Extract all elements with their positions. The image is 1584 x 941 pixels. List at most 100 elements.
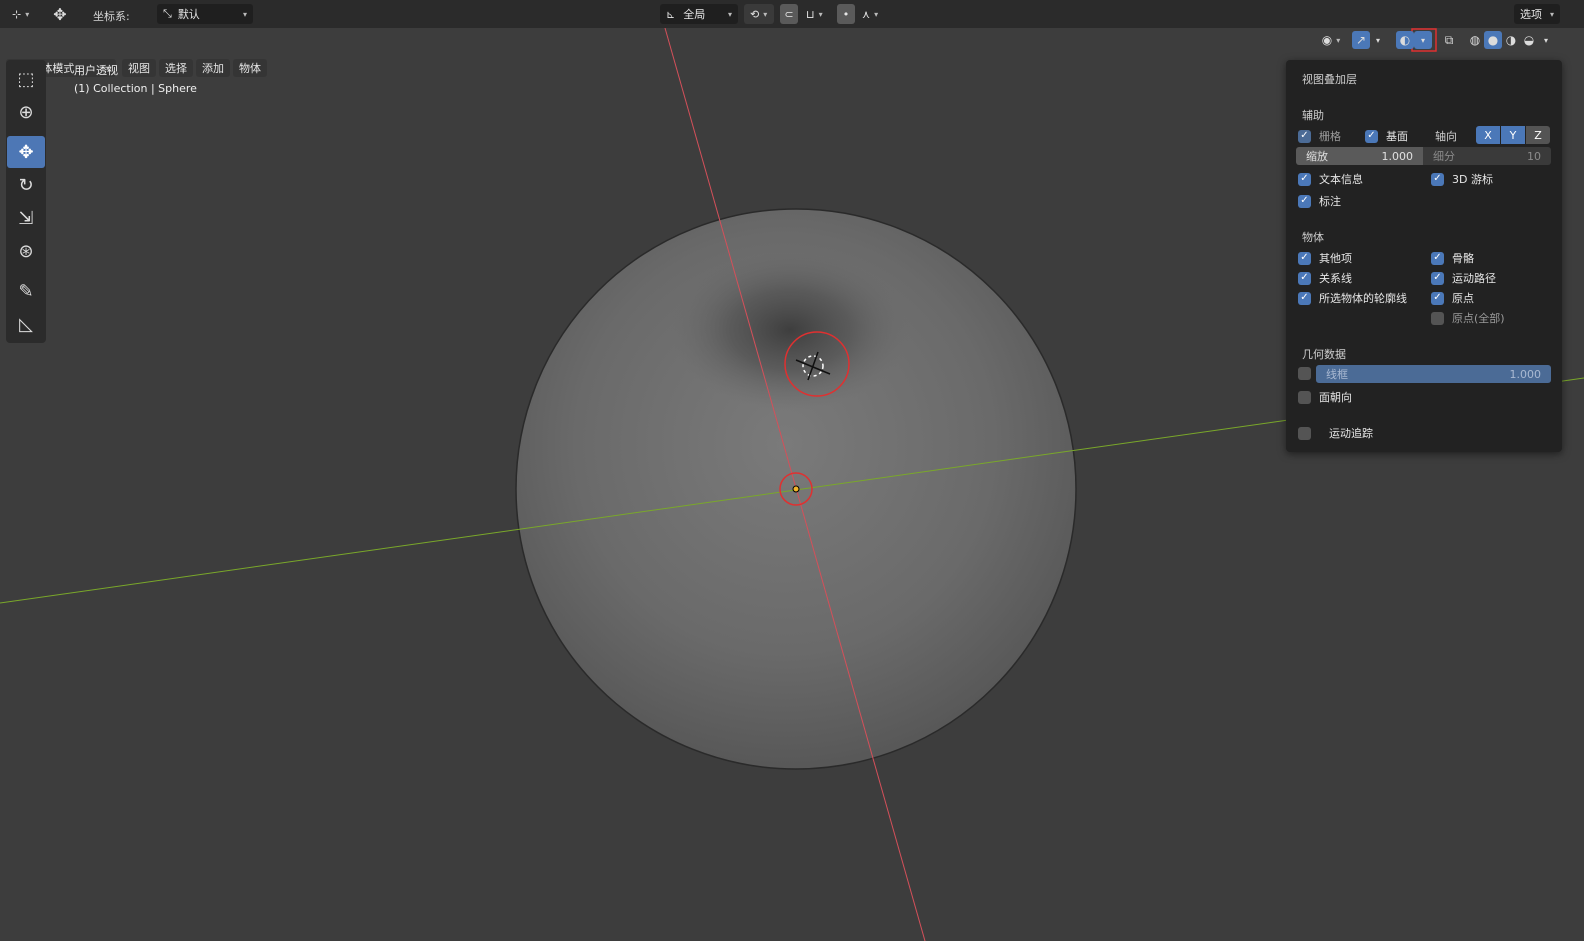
- shading-wireframe[interactable]: ◍: [1466, 31, 1484, 49]
- menu-add[interactable]: 添加: [196, 59, 230, 77]
- shading-rendered[interactable]: ◒: [1520, 31, 1538, 49]
- move-tool[interactable]: ✥: [7, 136, 45, 168]
- menu-view[interactable]: 视图: [122, 59, 156, 77]
- options-dropdown[interactable]: 选项 ▾: [1514, 4, 1560, 24]
- pivot-point-dropdown[interactable]: ⟲ ▾: [744, 4, 774, 24]
- header-bar: ⊹ ▾ ✥ 坐标系: ⤡ 默认 ▾ ⊾ 全局 ▾ ⟲ ▾ ⊂ ⊔ ▾ • ⋏ ▾ 选项 ▾: [0, 0, 1584, 28]
- outline-selected-checkbox-row[interactable]: ✓ 所选物体的轮廓线: [1298, 290, 1407, 306]
- scale-tool[interactable]: ⇲: [7, 202, 45, 234]
- xray-toggle[interactable]: ⧉: [1440, 31, 1458, 49]
- annotate-tool[interactable]: ✎: [7, 275, 45, 307]
- editor-type-button[interactable]: ⊹ ▾: [6, 4, 38, 24]
- face-orientation-checkbox-row[interactable]: 面朝向: [1298, 389, 1352, 405]
- falloff-dropdown[interactable]: ⋏ ▾: [856, 4, 886, 24]
- transform-icon: ⊛: [18, 240, 34, 262]
- view-name: 用户透视: [74, 64, 118, 77]
- grid-subdivisions-field[interactable]: 细分 10: [1423, 147, 1551, 165]
- transform-tool[interactable]: ⊛: [7, 235, 45, 267]
- coord-icon: ⤡: [163, 7, 172, 20]
- visibility-dropdown[interactable]: ◉ ▾: [1316, 31, 1346, 49]
- outline-selected-checkbox[interactable]: ✓: [1298, 291, 1311, 305]
- falloff-icon: ⋏: [862, 7, 871, 21]
- motion-tracking-checkbox-row[interactable]: 运动追踪: [1298, 425, 1373, 441]
- shading-material[interactable]: ◑: [1502, 31, 1520, 49]
- solid-shading-icon: ●: [1487, 33, 1499, 47]
- move-icon: ✥: [18, 141, 34, 163]
- motion-tracking-checkbox[interactable]: [1298, 426, 1311, 440]
- overlay-dropdown[interactable]: ▾: [1414, 31, 1432, 49]
- measure-tool[interactable]: ◺: [7, 308, 45, 340]
- rendered-shading-icon: ◒: [1523, 33, 1535, 47]
- origins-all-checkbox-row[interactable]: 原点(全部): [1431, 310, 1505, 326]
- bones-checkbox-row[interactable]: ✓ 骨骼: [1431, 250, 1474, 266]
- axis-z-toggle[interactable]: Z: [1526, 126, 1550, 144]
- sphere-dimple: [670, 250, 910, 410]
- origins-checkbox[interactable]: ✓: [1431, 291, 1444, 305]
- annotations-checkbox[interactable]: ✓: [1298, 194, 1311, 208]
- text-info-checkbox[interactable]: ✓: [1298, 172, 1311, 186]
- floor-checkbox[interactable]: ✓: [1365, 129, 1378, 143]
- axes-label: 轴向: [1435, 130, 1457, 143]
- floor-checkbox-row[interactable]: ✓ 基面: [1365, 128, 1408, 144]
- motion-paths-checkbox[interactable]: ✓: [1431, 271, 1444, 285]
- wireframe-shading-icon: ◍: [1469, 33, 1481, 47]
- rotate-tool[interactable]: ↻: [7, 169, 45, 201]
- move-gizmo-icon[interactable]: ✥: [46, 2, 74, 26]
- pivot-icon: ⟲: [750, 7, 760, 21]
- cursor-icon: ⊕: [18, 101, 34, 123]
- gizmo-icon: ↗: [1355, 33, 1367, 47]
- wireframe-threshold-slider[interactable]: 线框 1.000: [1316, 365, 1551, 383]
- origins-checkbox-row[interactable]: ✓ 原点: [1431, 290, 1474, 306]
- xray-icon: ⧉: [1444, 32, 1454, 47]
- relationship-lines-checkbox-row[interactable]: ✓ 关系线: [1298, 270, 1352, 286]
- editor-type-icon: ⊹: [12, 7, 22, 21]
- overlay-toggle[interactable]: ◐: [1396, 31, 1414, 49]
- bones-checkbox[interactable]: ✓: [1431, 251, 1444, 265]
- section-geometry: 几何数据: [1302, 348, 1346, 361]
- scale-icon: ⇲: [18, 207, 34, 229]
- grid-checkbox-row[interactable]: ✓ 栅格: [1298, 128, 1341, 144]
- extras-checkbox-row[interactable]: ✓ 其他项: [1298, 250, 1352, 266]
- text-info-checkbox-row[interactable]: ✓ 文本信息: [1298, 171, 1363, 187]
- grid-checkbox[interactable]: ✓: [1298, 129, 1311, 143]
- snap-toggle[interactable]: ⊂: [780, 4, 798, 24]
- menu-select[interactable]: 选择: [159, 59, 193, 77]
- grid-scale-field[interactable]: 缩放 1.000: [1296, 147, 1423, 165]
- orientation-icon: ⊾: [666, 7, 676, 21]
- gizmo-dropdown[interactable]: ▾: [1372, 31, 1384, 49]
- axis-x-toggle[interactable]: X: [1476, 126, 1500, 144]
- coord-label: 坐标系:: [93, 10, 130, 23]
- magnet-icon: ⊂: [784, 7, 794, 21]
- transform-orientation-dropdown[interactable]: ⊾ 全局 ▾: [660, 4, 738, 24]
- proportional-edit-toggle[interactable]: •: [837, 4, 855, 24]
- motion-paths-checkbox-row[interactable]: ✓ 运动路径: [1431, 270, 1496, 286]
- popover-title: 视图叠加层: [1302, 73, 1357, 86]
- shading-dropdown[interactable]: ▾: [1540, 31, 1552, 49]
- axis-y-toggle[interactable]: Y: [1501, 126, 1525, 144]
- snap-icon: ⊔: [806, 7, 815, 21]
- material-shading-icon: ◑: [1505, 33, 1517, 47]
- cursor-3d-checkbox[interactable]: ✓: [1431, 172, 1444, 186]
- menu-object[interactable]: 物体: [233, 59, 267, 77]
- viewport-overlays-popover: 视图叠加层 辅助 ✓ 栅格 ✓ 基面 轴向 X Y Z 缩放 1.000 细分 10 ✓…: [1286, 60, 1562, 452]
- measure-icon: ◺: [19, 313, 33, 335]
- cursor-tool[interactable]: ⊕: [7, 96, 45, 128]
- face-orientation-checkbox[interactable]: [1298, 390, 1311, 404]
- gizmo-toggle[interactable]: ↗: [1352, 31, 1370, 49]
- select-box-icon: ⬚: [17, 68, 35, 90]
- cursor-3d-checkbox-row[interactable]: ✓ 3D 游标: [1431, 171, 1493, 187]
- eye-icon: ◉: [1321, 33, 1333, 47]
- snap-target-dropdown[interactable]: ⊔ ▾: [800, 4, 830, 24]
- object-origin-dot: [792, 485, 800, 493]
- shading-solid[interactable]: ●: [1484, 31, 1502, 49]
- proportional-icon: •: [842, 7, 850, 21]
- relationship-lines-checkbox[interactable]: ✓: [1298, 271, 1311, 285]
- origins-all-checkbox[interactable]: [1431, 311, 1444, 325]
- overlay-icon: ◐: [1399, 33, 1411, 47]
- annotate-icon: ✎: [18, 280, 34, 302]
- select-box-tool[interactable]: ⬚: [7, 63, 45, 95]
- annotations-checkbox-row[interactable]: ✓ 标注: [1298, 193, 1341, 209]
- wireframe-checkbox[interactable]: [1298, 367, 1311, 380]
- coord-system-dropdown[interactable]: ⤡ 默认 ▾: [157, 4, 253, 24]
- extras-checkbox[interactable]: ✓: [1298, 251, 1311, 265]
